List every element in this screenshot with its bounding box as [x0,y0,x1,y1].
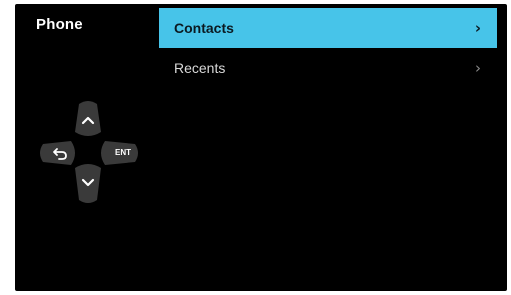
menu-item-recents[interactable]: Recents › [159,48,497,88]
dpad-back-button[interactable] [40,141,75,165]
chevron-right-icon: › [475,59,481,77]
dpad-up-button[interactable] [75,101,101,136]
dpad-control: ENT [35,96,145,206]
phone-screen: Phone Contacts › Recents › ENT [15,4,507,291]
dpad-enter-button[interactable] [101,141,138,165]
page-title: Phone [36,16,83,33]
dpad-down-button[interactable] [75,164,101,203]
menu-item-contacts[interactable]: Contacts › [159,8,497,48]
menu-item-label: Recents [174,60,226,76]
phone-menu: Contacts › Recents › [159,8,497,88]
chevron-right-icon: › [474,19,481,37]
menu-item-label: Contacts [174,20,234,36]
